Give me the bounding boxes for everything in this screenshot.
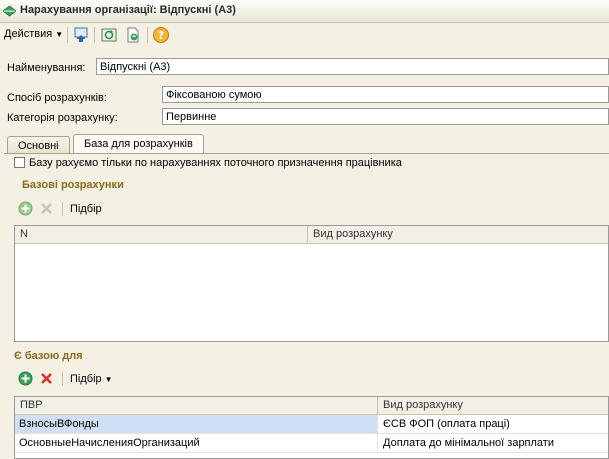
row-calc-type-cell[interactable]: Доплата до мінімальної зарплати	[383, 437, 554, 449]
actions-menu[interactable]: Действия ▼	[4, 28, 63, 40]
calc-method-label: Спосіб розрахунків:	[7, 92, 107, 104]
name-field[interactable]: Відпускні (А3)	[96, 58, 609, 75]
window-title: Нарахування організації: Відпускні (А3)	[20, 4, 236, 16]
toolbar-separator	[67, 27, 68, 43]
name-label: Найменування:	[7, 62, 86, 74]
is-base-for-table[interactable]: ПВР Вид розрахунку ВзносыВФонды ЄСВ ФОП …	[14, 396, 609, 459]
row-calc-type-cell[interactable]: ЄСВ ФОП (оплата праці)	[383, 418, 510, 430]
table-row[interactable]: ВзносыВФонды ЄСВ ФОП (оплата праці)	[15, 415, 608, 434]
refresh-icon[interactable]	[100, 26, 118, 44]
is-base-pick-button[interactable]: Підбір ▼	[70, 373, 113, 385]
window-title-bar: Нарахування організації: Відпускні (А3)	[0, 0, 609, 23]
toolbar: Действия ▼ ?	[0, 23, 609, 47]
tab-main-label: Основні	[18, 140, 59, 152]
base-pick-button[interactable]: Підбір	[70, 203, 102, 215]
column-separator[interactable]	[307, 226, 308, 243]
tab-panel-border	[4, 153, 609, 154]
toolbar-separator	[62, 372, 63, 386]
cell-separator	[377, 415, 378, 433]
column-header-calc-type[interactable]: Вид розрахунку	[313, 228, 393, 240]
row-pvr-cell[interactable]: ОсновныеНачисленияОрганизаций	[19, 437, 200, 449]
toolbar-separator	[62, 202, 63, 216]
tab-main[interactable]: Основні	[7, 136, 70, 154]
calc-method-field[interactable]: Фіксованою сумою	[162, 86, 609, 103]
chevron-down-icon: ▼	[55, 30, 64, 39]
calc-category-field[interactable]: Первинне	[162, 108, 609, 125]
base-calcs-title: Базові розрахунки	[22, 179, 124, 191]
save-and-close-icon[interactable]	[72, 26, 90, 44]
tab-calc-base-label: База для розрахунків	[84, 138, 193, 150]
delete-icon[interactable]	[40, 202, 53, 215]
help-icon[interactable]: ?	[152, 26, 170, 44]
column-header-pvr[interactable]: ПВР	[20, 399, 43, 411]
is-base-for-title: Є базою для	[14, 350, 83, 362]
table-header: ПВР Вид розрахунку	[15, 397, 608, 415]
chevron-down-icon: ▼	[104, 375, 113, 384]
toolbar-separator	[94, 27, 95, 43]
is-base-pick-label: Підбір	[70, 373, 102, 385]
tab-calc-base[interactable]: База для розрахунків	[73, 134, 204, 154]
table-header: N Вид розрахунку	[15, 226, 608, 244]
app-icon	[3, 5, 16, 17]
svg-text:?: ?	[158, 29, 164, 42]
row-pvr-cell[interactable]: ВзносыВФонды	[15, 415, 377, 433]
calc-category-label: Категорія розрахунку:	[7, 112, 118, 124]
calc-method-value: Фіксованою сумою	[166, 89, 262, 101]
current-purpose-checkbox-label: Базу рахуємо тільки по нарахуваннях пото…	[29, 157, 402, 169]
column-header-n[interactable]: N	[20, 228, 28, 240]
column-header-calc-type[interactable]: Вид розрахунку	[383, 399, 463, 411]
cell-separator	[377, 434, 378, 452]
table-row[interactable]: ОсновныеНачисленияОрганизаций Доплата до…	[15, 434, 608, 453]
delete-icon[interactable]	[40, 372, 53, 385]
add-icon[interactable]	[18, 371, 33, 386]
toolbar-separator	[147, 27, 148, 43]
add-icon[interactable]	[18, 201, 33, 216]
actions-menu-label: Действия	[4, 28, 53, 40]
name-field-value: Відпускні (А3)	[100, 61, 171, 73]
current-purpose-checkbox[interactable]	[14, 157, 25, 168]
calc-category-value: Первинне	[166, 111, 217, 123]
column-separator[interactable]	[377, 397, 378, 414]
base-calcs-table[interactable]: N Вид розрахунку	[14, 225, 609, 342]
document-refresh-icon[interactable]	[124, 26, 142, 44]
